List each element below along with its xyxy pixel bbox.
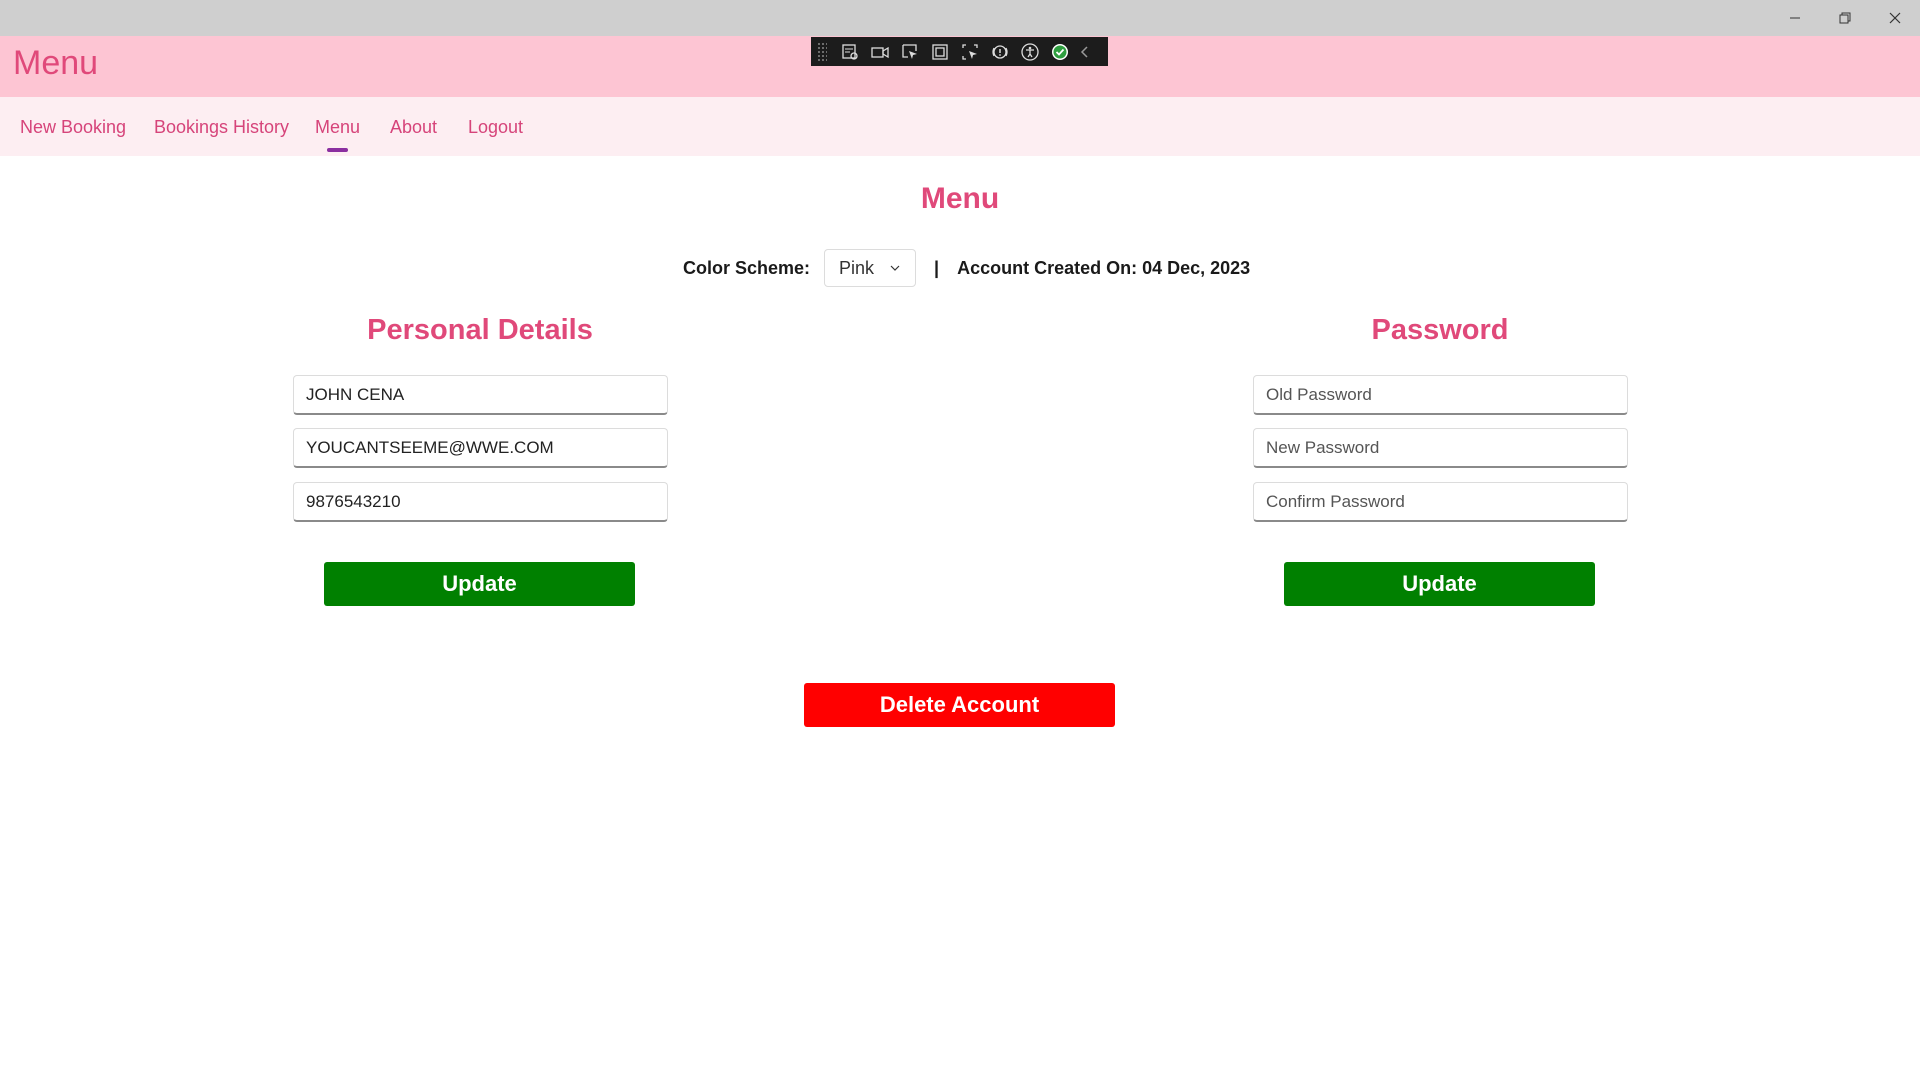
nav-item-menu[interactable]: Menu [315,117,360,138]
old-password-field[interactable] [1253,375,1628,415]
email-field[interactable] [293,428,668,468]
active-tab-indicator [327,148,348,152]
account-info-row: Color Scheme: Pink | Account Created On:… [683,248,1250,288]
update-password-button[interactable]: Update [1284,562,1595,606]
nav-item-logout[interactable]: Logout [468,117,523,138]
xaml-debug-toolbar [811,37,1108,66]
account-created-date: Account Created On: 04 Dec, 2023 [957,257,1251,278]
hot-reload-check-icon[interactable] [1045,37,1075,66]
accessibility-icon[interactable] [1015,37,1045,66]
confirm-password-field[interactable] [1253,482,1628,522]
page-title: Menu [920,182,1000,215]
password-title: Password [1371,314,1509,346]
color-scheme-value: Pink [839,257,875,278]
chevron-down-icon [890,265,900,271]
app-title: Menu [13,44,99,82]
phone-field[interactable] [293,482,668,522]
nav-item-bookings-history[interactable]: Bookings History [154,117,289,138]
restore-icon[interactable] [1820,0,1870,36]
delete-account-button[interactable]: Delete Account [804,683,1115,727]
minimize-icon[interactable] [1770,0,1820,36]
close-icon[interactable] [1870,0,1920,36]
separator: | [934,257,940,278]
nav-item-about[interactable]: About [390,117,437,138]
binding-failures-icon[interactable] [985,37,1015,66]
color-scheme-label: Color Scheme: [683,257,811,278]
top-navigation: New Booking Bookings History Menu About … [0,97,1920,156]
update-personal-button[interactable]: Update [324,562,635,606]
collapse-chevron-icon[interactable] [1075,37,1095,66]
color-scheme-dropdown[interactable]: Pink [824,249,917,287]
new-password-field[interactable] [1253,428,1628,468]
select-element-icon[interactable] [895,37,925,66]
toolbar-grip-icon[interactable] [817,41,827,62]
track-focus-icon[interactable] [955,37,985,66]
personal-details-title: Personal Details [367,314,593,346]
video-camera-icon[interactable] [865,37,895,66]
live-visual-tree-icon[interactable] [835,37,865,66]
display-layout-adorners-icon[interactable] [925,37,955,66]
nav-item-new-booking[interactable]: New Booking [20,117,126,138]
window-title-bar [0,0,1920,36]
name-field[interactable] [293,375,668,415]
